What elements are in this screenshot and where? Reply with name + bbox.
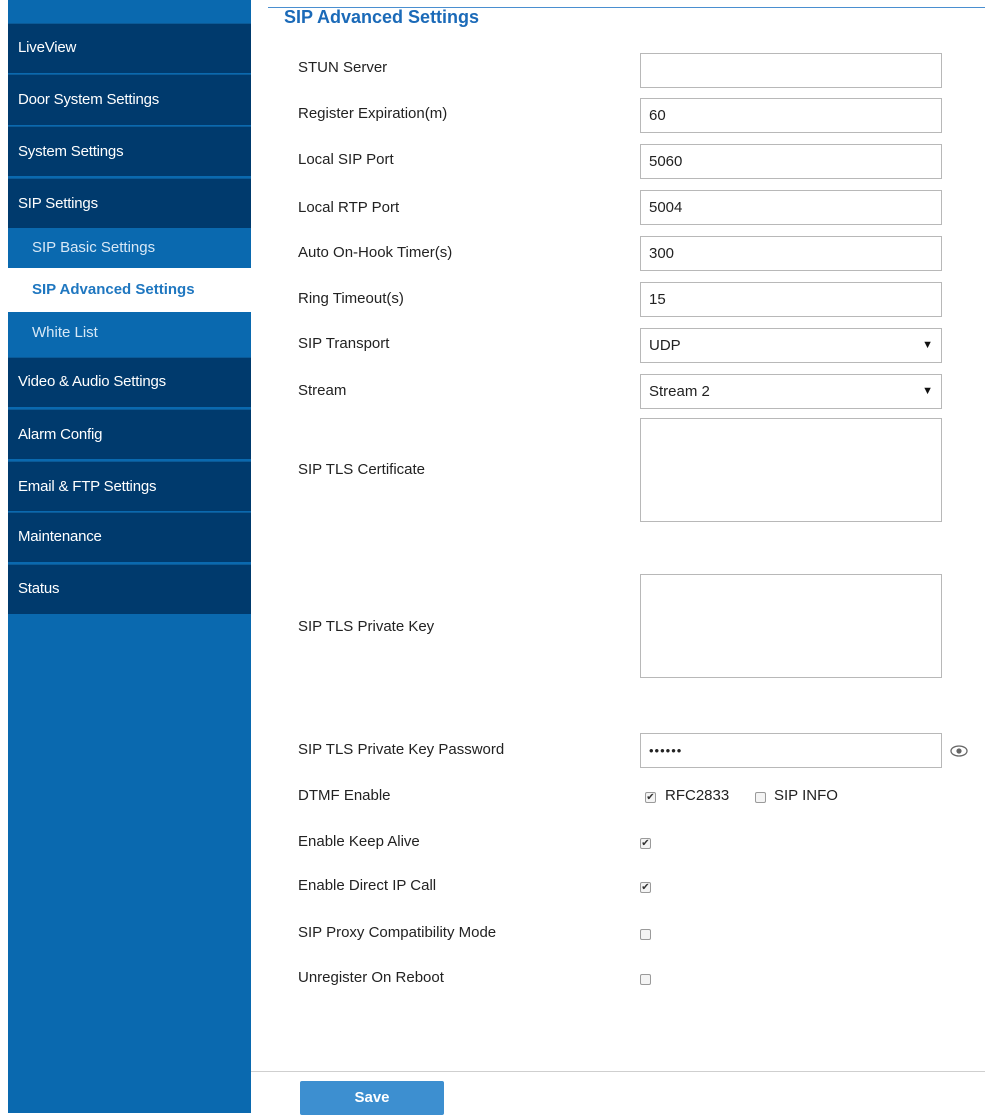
eye-icon[interactable] [950, 744, 968, 758]
footer-divider [251, 1071, 985, 1072]
local-rtp-port-label: Local RTP Port [298, 199, 400, 216]
local-sip-port-input[interactable]: 5060 [640, 144, 942, 179]
rfc2833-label: RFC2833 [665, 787, 730, 804]
sip-tls-private-key-password-input[interactable]: •••••• [640, 733, 942, 768]
chevron-down-icon: ▼ [922, 385, 933, 397]
stun-server-input[interactable] [640, 53, 942, 88]
sidebar-subitem-sip-basic-settings[interactable]: SIP Basic Settings [8, 228, 251, 268]
sidebar: LiveView Door System Settings System Set… [8, 0, 251, 1113]
sip-transport-value: UDP [649, 337, 681, 354]
sidebar-item-door-system-settings[interactable]: Door System Settings [8, 74, 251, 125]
stream-label: Stream [298, 382, 347, 399]
unregister-on-reboot-label: Unregister On Reboot [298, 969, 444, 986]
sip-tls-certificate-label: SIP TLS Certificate [298, 461, 426, 478]
chevron-down-icon: ▼ [922, 339, 933, 351]
register-expiration-input[interactable]: 60 [640, 98, 942, 133]
sip-proxy-compatibility-mode-label: SIP Proxy Compatibility Mode [298, 924, 497, 941]
sidebar-item-system-settings[interactable]: System Settings [8, 126, 251, 176]
page-title: SIP Advanced Settings [284, 7, 480, 27]
local-rtp-port-input[interactable]: 5004 [640, 190, 942, 225]
ring-timeout-label: Ring Timeout(s) [298, 290, 404, 307]
stream-value: Stream 2 [649, 383, 710, 400]
rfc2833-checkbox[interactable]: ✔ [645, 792, 656, 803]
sip-transport-label: SIP Transport [298, 335, 390, 352]
sidebar-item-liveview[interactable]: LiveView [8, 23, 251, 73]
sip-tls-private-key-textarea[interactable] [640, 574, 942, 678]
sip-info-label: SIP INFO [774, 787, 838, 804]
sip-transport-select[interactable]: UDP ▼ [640, 328, 942, 363]
dtmf-enable-label: DTMF Enable [298, 787, 391, 804]
unregister-on-reboot-checkbox[interactable] [640, 974, 651, 985]
enable-direct-ip-call-checkbox[interactable]: ✔ [640, 882, 651, 893]
sidebar-item-status[interactable]: Status [8, 564, 251, 614]
sidebar-item-alarm-config[interactable]: Alarm Config [8, 409, 251, 459]
enable-direct-ip-call-label: Enable Direct IP Call [298, 877, 437, 894]
sip-proxy-compatibility-mode-checkbox[interactable] [640, 929, 651, 940]
stun-server-label: STUN Server [298, 59, 388, 76]
ring-timeout-input[interactable]: 15 [640, 282, 942, 317]
sip-tls-private-key-label: SIP TLS Private Key [298, 618, 435, 635]
auto-onhook-timer-input[interactable]: 300 [640, 236, 942, 271]
sidebar-subitem-white-list[interactable]: White List [8, 312, 251, 356]
enable-keep-alive-label: Enable Keep Alive [298, 833, 420, 850]
local-sip-port-label: Local SIP Port [298, 151, 394, 168]
register-expiration-label: Register Expiration(m) [298, 105, 448, 122]
sip-tls-private-key-password-label: SIP TLS Private Key Password [298, 741, 505, 758]
sidebar-subitem-sip-advanced-settings[interactable]: SIP Advanced Settings [8, 268, 251, 312]
sidebar-item-email-ftp-settings[interactable]: Email & FTP Settings [8, 461, 251, 511]
sip-info-checkbox[interactable] [755, 792, 766, 803]
stream-select[interactable]: Stream 2 ▼ [640, 374, 942, 409]
enable-keep-alive-checkbox[interactable]: ✔ [640, 838, 651, 849]
sidebar-item-maintenance[interactable]: Maintenance [8, 512, 251, 562]
auto-onhook-timer-label: Auto On-Hook Timer(s) [298, 244, 453, 261]
sip-tls-certificate-textarea[interactable] [640, 418, 942, 522]
save-button[interactable]: Save [300, 1081, 444, 1115]
sidebar-item-video-audio-settings[interactable]: Video & Audio Settings [8, 357, 251, 407]
sidebar-item-sip-settings[interactable]: SIP Settings [8, 178, 251, 228]
